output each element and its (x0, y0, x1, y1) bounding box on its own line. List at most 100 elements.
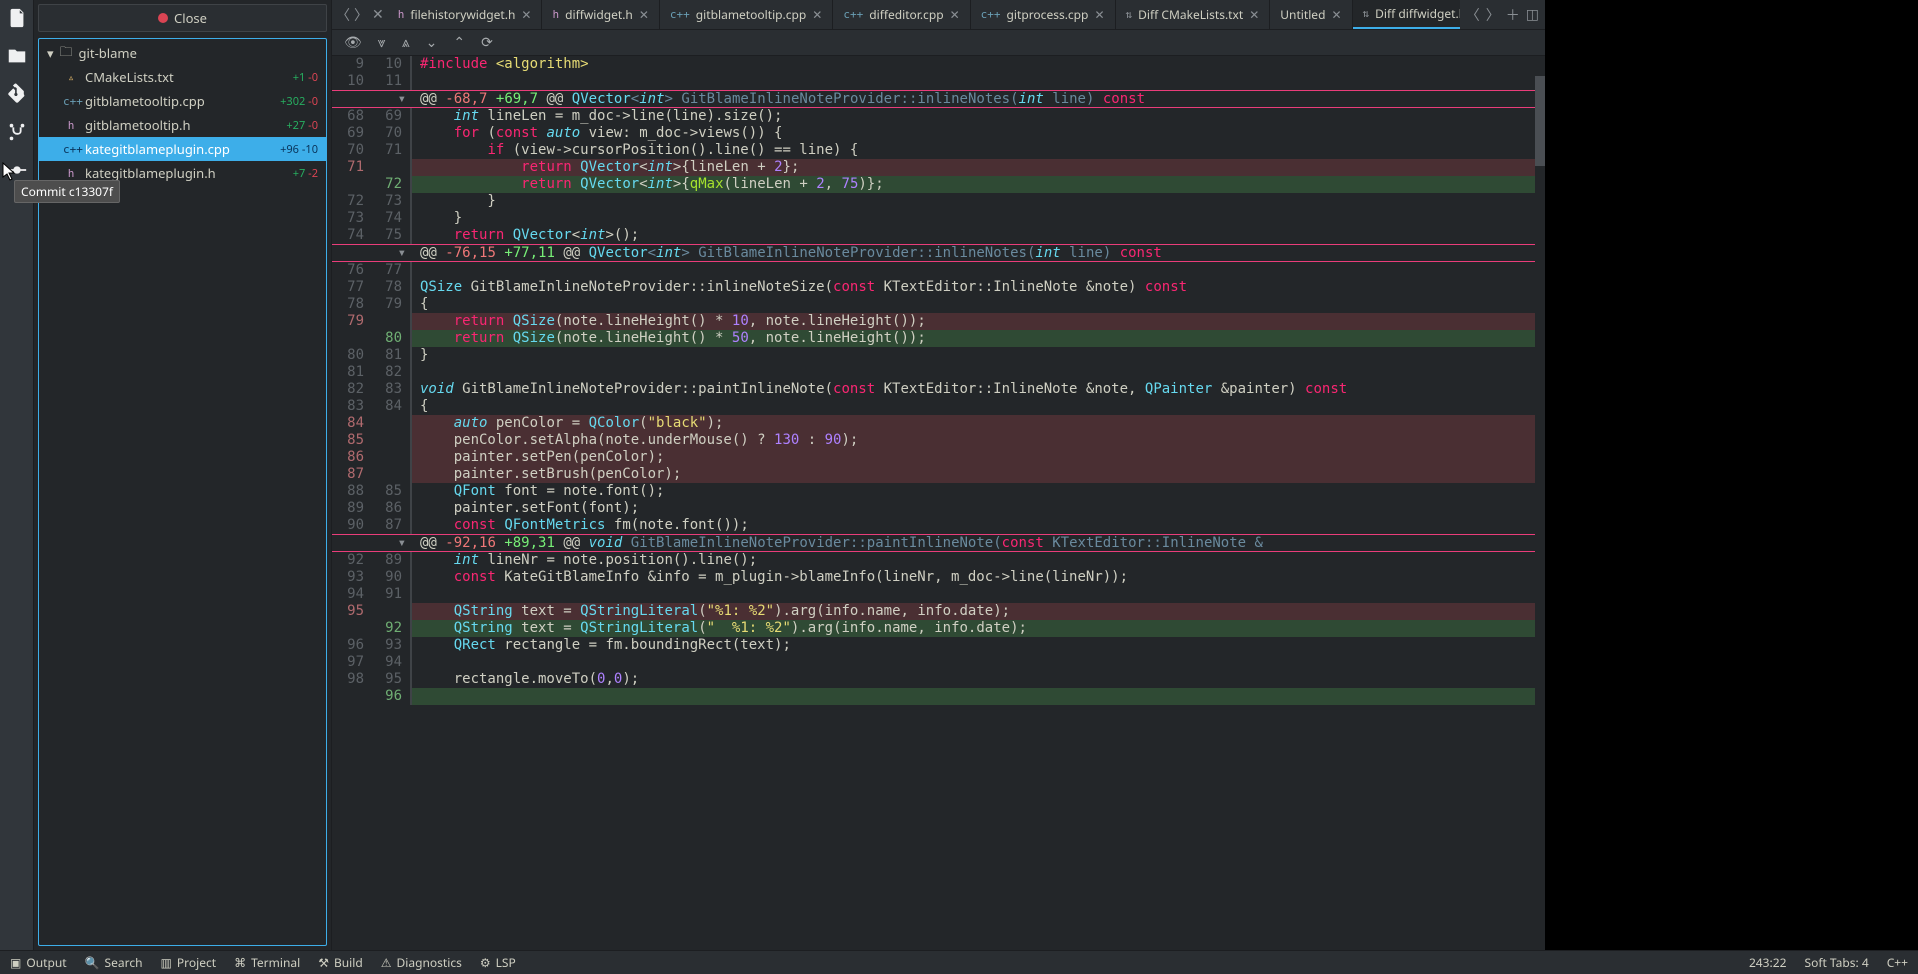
tab-nav-next2-icon[interactable]: 〉 (1486, 5, 1500, 25)
sb-diagnostics[interactable]: ⚠Diagnostics (381, 954, 462, 971)
old-line-number: 74 (332, 227, 372, 244)
status-bar: ▣Output 🔍Search ▥Project ⌘Terminal ⚒Buil… (0, 950, 1918, 974)
editor-tab[interactable]: hdiffwidget.h✕ (542, 0, 659, 29)
split-view-icon[interactable]: ◫ (1526, 5, 1539, 24)
fold-icon[interactable]: ▾ (332, 245, 412, 262)
diff-hunk-header[interactable]: ▾@@ -92,16 +89,31 @@ void GitBlameInline… (332, 534, 1545, 552)
code-content: return QSize(note.lineHeight() * 50, not… (412, 330, 1545, 347)
old-line-number: 73 (332, 210, 372, 227)
jump-down-double-icon[interactable]: ⩔ (378, 33, 386, 52)
tab-label: gitblametooltip.cpp (696, 6, 807, 23)
diff-line: 72 return QVector<int>{qMax(lineLen + 2,… (332, 176, 1545, 193)
git-commit-icon[interactable] (5, 158, 29, 182)
new-line-number (372, 432, 412, 449)
tab-file-icon: c++ (843, 8, 863, 21)
close-dot-icon (158, 13, 168, 23)
code-content: return QVector<int>{lineLen + 2}; (412, 159, 1545, 176)
new-line-number: 87 (372, 517, 412, 534)
tab-close-current-icon[interactable]: ✕ (372, 5, 384, 24)
file-row[interactable]: c++kategitblameplugin.cpp+96 -10 (39, 137, 326, 161)
sb-lang[interactable]: C++ (1887, 954, 1908, 971)
file-row[interactable]: c++ gitblametooltip.cpp +302 -0 (39, 89, 326, 113)
jump-up-icon[interactable]: ⌃ (453, 33, 465, 52)
project-icon: ▥ (161, 954, 172, 971)
file-stats: +302 -0 (280, 94, 318, 109)
toggle-visibility-icon[interactable]: 👁 (344, 33, 362, 52)
jump-up-double-icon[interactable]: ⩓ (402, 33, 410, 52)
new-line-number (372, 415, 412, 432)
file-row[interactable]: hgitblametooltip.h+27 -0 (39, 113, 326, 137)
sb-indent[interactable]: Soft Tabs: 4 (1804, 954, 1868, 971)
diff-line: 84 auto penColor = QColor("black"); (332, 415, 1545, 432)
code-content: QSize GitBlameInlineNoteProvider::inline… (412, 279, 1545, 296)
new-line-number (372, 449, 412, 466)
code-content: if (view->cursorPosition().line() == lin… (412, 142, 1545, 159)
file-name: CMakeLists.txt (85, 68, 287, 86)
new-line-number: 70 (372, 125, 412, 142)
new-line-number: 71 (372, 142, 412, 159)
editor-tab[interactable]: Untitled✕ (1270, 0, 1352, 29)
scrollbar[interactable] (1535, 56, 1545, 950)
tab-add-icon[interactable]: ＋ (1506, 5, 1520, 25)
output-icon: ▣ (10, 954, 21, 971)
sb-output[interactable]: ▣Output (10, 954, 67, 971)
new-line-number: 73 (372, 193, 412, 210)
file-stats: +96 -10 (280, 142, 318, 157)
file-row[interactable]: ▵CMakeLists.txt+1 -0 (39, 65, 326, 89)
code-content: QRect rectangle = fm.boundingRect(text); (412, 637, 1545, 654)
editor-tab[interactable]: c++diffeditor.cpp✕ (833, 0, 970, 29)
editor-tab[interactable]: c++gitblametooltip.cpp✕ (660, 0, 833, 29)
sb-build[interactable]: ⚒Build (318, 954, 363, 971)
editor-tab[interactable]: c++gitprocess.cpp✕ (971, 0, 1116, 29)
old-line-number (332, 620, 372, 637)
sb-project[interactable]: ▥Project (161, 954, 217, 971)
diff-line: 9895 rectangle.moveTo(0,0); (332, 671, 1545, 688)
tab-close-icon[interactable]: ✕ (1331, 6, 1341, 23)
tree-root[interactable]: ▾ 🗀 git-blame (39, 41, 326, 65)
sb-lsp[interactable]: ⚙LSP (480, 954, 516, 971)
file-name: gitblametooltip.cpp (85, 92, 274, 110)
editor-tab[interactable]: hfilehistorywidget.h✕ (388, 0, 543, 29)
tab-nav-prev-icon[interactable]: 〈 (336, 5, 350, 25)
tab-close-icon[interactable]: ✕ (812, 6, 822, 23)
reload-icon[interactable]: ⟳ (481, 33, 493, 52)
tab-nav-prev2-icon[interactable]: 〈 (1466, 5, 1480, 25)
projects-icon[interactable] (5, 44, 29, 68)
tab-close-icon[interactable]: ✕ (639, 6, 649, 23)
file-type-icon: c++ (63, 95, 79, 108)
editor-tab[interactable]: ⇅Diff CMakeLists.txt✕ (1116, 0, 1271, 29)
code-content: const KateGitBlameInfo &info = m_plugin-… (412, 569, 1545, 586)
fold-icon[interactable]: ▾ (332, 535, 412, 552)
file-tree: ▾ 🗀 git-blame ▵CMakeLists.txt+1 -0c++git… (38, 38, 327, 946)
old-line-number: 76 (332, 262, 372, 279)
diff-hunk-header[interactable]: ▾@@ -76,15 +77,11 @@ QVector<int> GitBla… (332, 244, 1545, 262)
tab-close-icon[interactable]: ✕ (521, 6, 531, 23)
diff-line: 86 painter.setPen(penColor); (332, 449, 1545, 466)
tab-close-icon[interactable]: ✕ (1249, 6, 1259, 23)
sb-search[interactable]: 🔍Search (85, 954, 143, 971)
git-icon[interactable] (5, 82, 29, 106)
sb-terminal[interactable]: ⌘Terminal (234, 954, 300, 971)
fold-icon[interactable]: ▾ (332, 91, 412, 108)
diff-line: 9289 int lineNr = note.position().line()… (332, 552, 1545, 569)
editor-tab[interactable]: ⇅Diff diffwidget.h✕ (1353, 0, 1460, 29)
file-type-icon: c++ (63, 143, 79, 156)
diff-hunk-header[interactable]: ▾@@ -68,7 +69,7 @@ QVector<int> GitBlame… (332, 90, 1545, 108)
tab-nav-next-icon[interactable]: 〉 (354, 5, 368, 25)
git-branches-icon[interactable] (5, 120, 29, 144)
new-line-number: 94 (372, 654, 412, 671)
code-content: return QVector<int>{qMax(lineLen + 2, 75… (412, 176, 1545, 193)
old-line-number: 69 (332, 125, 372, 142)
diff-line: 7071 if (view->cursorPosition().line() =… (332, 142, 1545, 159)
tab-close-icon[interactable]: ✕ (950, 6, 960, 23)
tab-close-icon[interactable]: ✕ (1094, 6, 1104, 23)
diff-line: 8885 QFont font = note.font(); (332, 483, 1545, 500)
diff-view[interactable]: 910#include <algorithm>1011▾@@ -68,7 +69… (332, 56, 1545, 950)
jump-down-icon[interactable]: ⌄ (426, 33, 438, 52)
sb-cursor-pos[interactable]: 243:22 (1749, 954, 1787, 971)
documents-icon[interactable] (5, 6, 29, 30)
file-type-icon: ▵ (63, 71, 79, 84)
close-button[interactable]: Close (38, 4, 327, 32)
tab-bar: 〈 〉 ✕ hfilehistorywidget.h✕hdiffwidget.h… (332, 0, 1545, 30)
old-line-number: 80 (332, 347, 372, 364)
